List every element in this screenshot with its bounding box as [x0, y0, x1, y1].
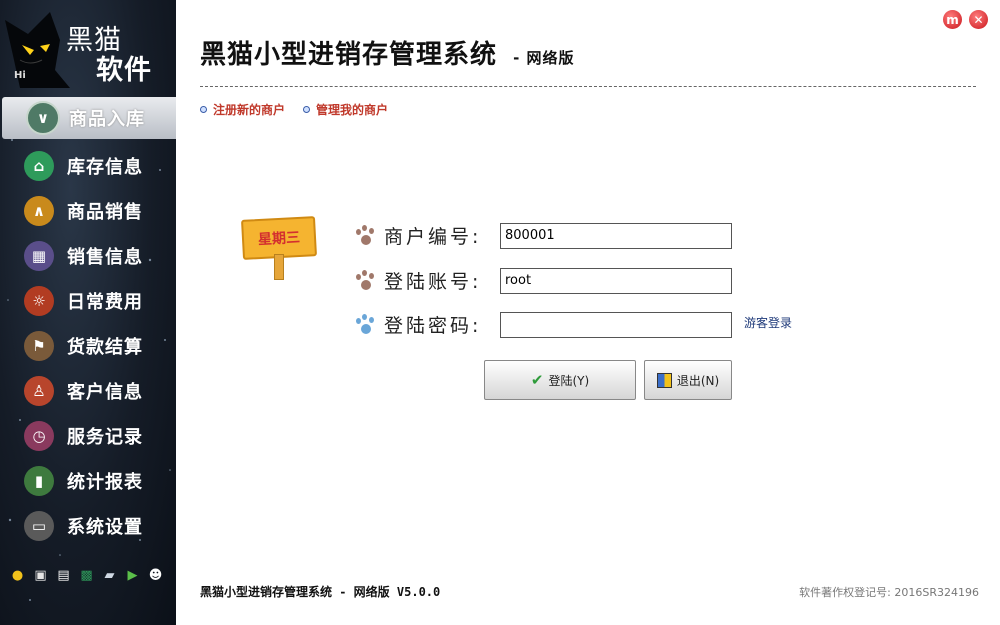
sidebar-item-system-settings[interactable]: ▭ 系统设置 [0, 503, 176, 548]
close-button[interactable]: ✕ [969, 10, 988, 29]
bullet-icon [303, 106, 311, 113]
sidebar-toolbar: ● ▣ ▤ ▩ ▰ ▶ ☻ [8, 566, 165, 585]
sidebar-item-label: 服务记录 [67, 426, 143, 448]
register-merchant-link[interactable]: 注册新的商户 [200, 101, 285, 118]
sun-icon: ☼ [24, 285, 54, 316]
manage-merchant-label: 管理我的商户 [316, 103, 389, 117]
run-icon[interactable]: ▶ [123, 566, 142, 585]
header-divider [200, 86, 976, 87]
minimize-button[interactable]: m [943, 10, 962, 29]
down-arrow-icon: ∨ [26, 101, 60, 135]
sidebar-item-label: 统计报表 [67, 471, 143, 493]
guest-login-link[interactable]: 游客登录 [744, 314, 792, 331]
account-label: 登陆账号: [384, 271, 482, 293]
sidebar-item-label: 库存信息 [67, 156, 143, 178]
up-arrow-icon: ∧ [24, 195, 54, 226]
calculator-icon: ▦ [24, 240, 54, 271]
clock-icon: ◷ [24, 420, 54, 451]
sidebar-item-label: 商品销售 [67, 201, 143, 223]
home-icon: ⌂ [24, 150, 54, 181]
password-input[interactable] [500, 311, 732, 338]
flag-icon: ⚑ [24, 330, 54, 361]
logo-hi-text: Hi [14, 70, 26, 81]
app-title-suffix: - 网络版 [513, 49, 575, 67]
sidebar-item-inventory-info[interactable]: ⌂ 库存信息 [0, 143, 176, 188]
calendar-icon[interactable]: ▤ [54, 566, 73, 585]
account-input[interactable] [500, 267, 732, 294]
product-version: 黑猫小型进销存管理系统 - 网络版 V5.0.0 [200, 585, 441, 599]
paw-icon [354, 313, 376, 336]
register-merchant-label: 注册新的商户 [213, 103, 286, 117]
window-icon[interactable]: ▣ [31, 566, 50, 585]
exit-icon [656, 372, 672, 388]
user-icon: ♙ [24, 375, 54, 406]
merchant-id-label: 商户编号: [384, 226, 482, 248]
sidebar-item-goods-inbound[interactable]: ∨ 商品入库 [2, 97, 176, 139]
sidebar-item-label: 商品入库 [69, 109, 145, 130]
logo-text-line2: 软件 [96, 55, 152, 86]
account-row: 登陆账号: [354, 267, 732, 294]
sidebar-item-label: 客户信息 [67, 381, 143, 403]
login-button[interactable]: ✔ 登陆(Y) [484, 360, 636, 400]
sidebar-item-service-records[interactable]: ◷ 服务记录 [0, 413, 176, 458]
bars-icon: ▮ [24, 465, 54, 496]
password-row: 登陆密码: [354, 311, 732, 338]
checkmark-icon: ✔ [530, 371, 544, 389]
copyright-registration: 软件著作权登记号: 2016SR324196 [799, 586, 979, 599]
weekday-signpost: 星期三 [238, 216, 318, 280]
sign-post [274, 254, 284, 280]
exit-button[interactable]: 退出(N) [644, 360, 732, 400]
monitor-icon: ▭ [24, 510, 54, 541]
sidebar-item-goods-sales[interactable]: ∧ 商品销售 [0, 188, 176, 233]
sidebar-item-sales-info[interactable]: ▦ 销售信息 [0, 233, 176, 278]
qq-icon[interactable]: ☻ [146, 566, 165, 585]
sidebar-item-label: 销售信息 [67, 246, 143, 268]
sidebar-item-customer-info[interactable]: ♙ 客户信息 [0, 368, 176, 413]
brand-logo: Hi 黑猫 软件 [0, 0, 176, 92]
manage-merchant-link[interactable]: 管理我的商户 [303, 101, 388, 118]
sidebar-item-label: 货款结算 [67, 336, 143, 358]
login-button-label: 登陆(Y) [548, 373, 590, 388]
exit-button-label: 退出(N) [676, 373, 720, 388]
merchant-id-input[interactable] [500, 222, 732, 249]
bullet-icon [200, 106, 207, 113]
page-title: 黑猫小型进销存管理系统 - 网络版 [200, 34, 575, 71]
paw-icon [354, 269, 376, 292]
app-title: 黑猫小型进销存管理系统 [200, 40, 498, 70]
sidebar-item-label: 系统设置 [67, 516, 143, 538]
sidebar-item-daily-expenses[interactable]: ☼ 日常费用 [0, 278, 176, 323]
sidebar-nav: ∨ 商品入库 ⌂ 库存信息 ∧ 商品销售 ▦ 销售信息 ☼ 日常费用 ⚑ 货款结… [0, 95, 176, 548]
coins-icon[interactable]: ● [8, 566, 27, 585]
merchant-links: 注册新的商户 管理我的商户 [200, 101, 388, 118]
merchant-id-row: 商户编号: [354, 222, 732, 249]
paw-icon [354, 224, 376, 247]
sidebar-item-label: 日常费用 [67, 291, 143, 313]
sidebar-item-statistics-report[interactable]: ▮ 统计报表 [0, 458, 176, 503]
password-label: 登陆密码: [384, 315, 482, 337]
sidebar-item-payment-settlement[interactable]: ⚑ 货款结算 [0, 323, 176, 368]
excel-icon[interactable]: ▩ [77, 566, 96, 585]
sidebar: Hi 黑猫 软件 ∨ 商品入库 ⌂ 库存信息 ∧ 商品销售 ▦ 销售信息 ☼ 日… [0, 0, 176, 625]
chart-icon[interactable]: ▰ [100, 566, 119, 585]
